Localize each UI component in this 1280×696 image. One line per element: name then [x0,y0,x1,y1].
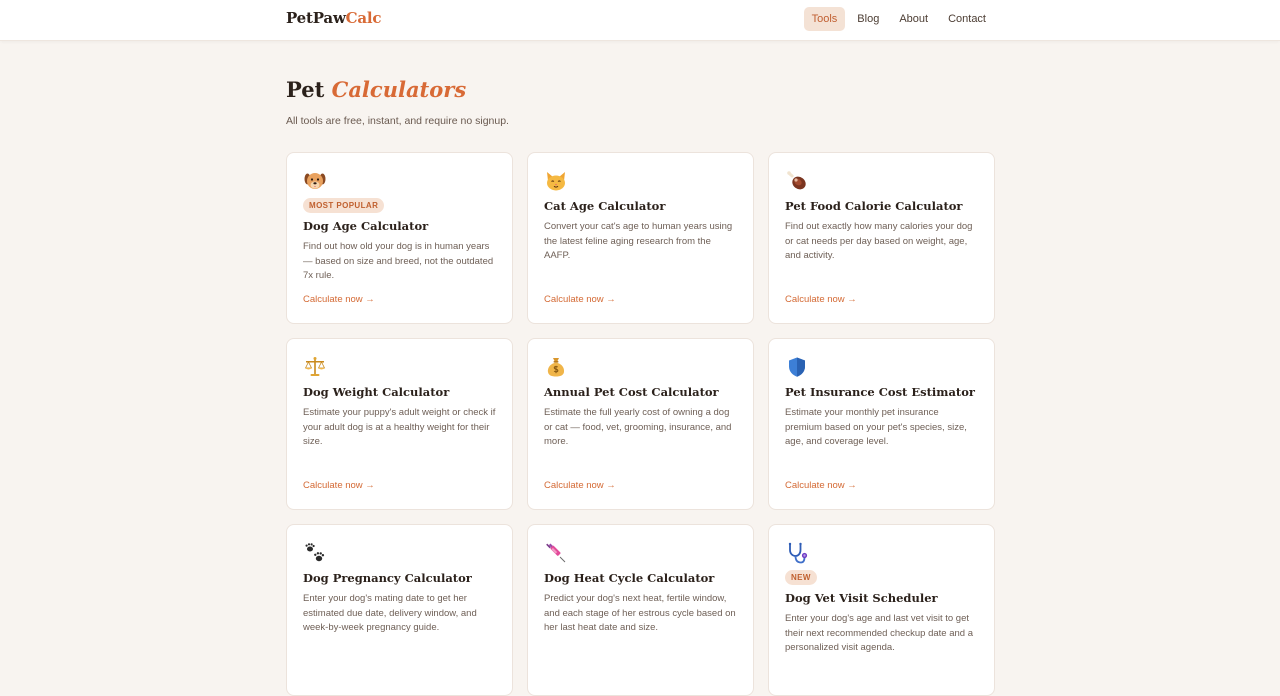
calculate-now-link[interactable]: Calculate now → [303,480,375,491]
stethoscope-icon [788,542,808,564]
calculator-grid: MOST POPULAR Dog Age Calculator Find out… [286,152,995,696]
logo-text-accent: Calc [345,9,382,27]
calculate-now-link[interactable]: Calculate now → [544,480,616,491]
calculate-now-link[interactable]: Calculate now → [785,480,857,491]
card-title: Dog Pregnancy Calculator [303,571,472,585]
badge-most-popular: MOST POPULAR [303,198,385,213]
cat-face-icon [547,172,565,191]
site-logo[interactable]: PetPawCalc [286,9,382,27]
logo-text-primary: PetPaw [286,9,346,27]
card-title: Pet Insurance Cost Estimator [785,385,975,399]
card-description: Predict your dog's next heat, fertile wi… [544,593,736,633]
nav-item-tools[interactable]: Tools [803,7,846,31]
dog-face-icon [304,173,326,189]
shield-icon [789,357,805,377]
top-navigation-bar: PetPawCalc Tools Blog About Contact [0,0,1280,41]
calculate-now-link[interactable]: Calculate now → [303,294,375,305]
card-title: Annual Pet Cost Calculator [544,385,719,399]
calculator-card-dog-weight[interactable]: Dog Weight Calculator Estimate your pupp… [286,338,513,510]
nav-item-about[interactable]: About [891,7,936,31]
main-nav: Tools Blog About Contact [803,7,994,31]
card-description: Find out exactly how many calories your … [785,221,973,261]
card-description: Enter your dog's age and last vet visit … [785,613,974,653]
calculate-now-link[interactable]: Calculate now → [785,294,857,305]
paw-prints-icon [305,543,325,562]
card-description: Convert your cat's age to human years us… [544,221,733,261]
card-description: Estimate your monthly pet insurance prem… [785,407,967,447]
money-bag-icon [547,358,565,377]
calculator-card-annual-pet-cost[interactable]: Annual Pet Cost Calculator Estimate the … [527,338,754,510]
card-title: Dog Weight Calculator [303,385,450,399]
nav-item-blog[interactable]: Blog [849,7,887,31]
calculator-card-dog-pregnancy[interactable]: Dog Pregnancy Calculator Enter your dog'… [286,524,513,696]
calculator-card-dog-heat-cycle[interactable]: Dog Heat Cycle Calculator Predict your d… [527,524,754,696]
card-title: Dog Age Calculator [303,219,429,233]
page-title-main: Pet [286,77,325,102]
calculator-card-pet-insurance[interactable]: Pet Insurance Cost Estimator Estimate yo… [768,338,995,510]
page-title-accent: Calculators [331,77,467,102]
card-description: Enter your dog's mating date to get her … [303,593,477,633]
syringe-icon [546,543,566,563]
page-subtitle: All tools are free, instant, and require… [286,115,509,127]
card-description: Estimate your puppy's adult weight or ch… [303,407,496,447]
page-title: Pet Calculators [286,77,466,102]
calculator-card-dog-age[interactable]: MOST POPULAR Dog Age Calculator Find out… [286,152,513,324]
scale-icon [304,357,326,376]
card-title: Dog Heat Cycle Calculator [544,571,715,585]
card-description: Find out how old your dog is in human ye… [303,241,494,281]
calculate-now-link[interactable]: Calculate now → [544,294,616,305]
badge-new: NEW [785,570,817,585]
nav-item-contact[interactable]: Contact [940,7,994,31]
calculator-card-dog-vet-visit[interactable]: NEW Dog Vet Visit Scheduler Enter your d… [768,524,995,696]
meat-icon [787,171,806,190]
card-title: Pet Food Calorie Calculator [785,199,963,213]
calculator-card-pet-food-calorie[interactable]: Pet Food Calorie Calculator Find out exa… [768,152,995,324]
card-title: Cat Age Calculator [544,199,666,213]
card-title: Dog Vet Visit Scheduler [785,591,938,605]
calculator-card-cat-age[interactable]: Cat Age Calculator Convert your cat's ag… [527,152,754,324]
card-description: Estimate the full yearly cost of owning … [544,407,732,447]
